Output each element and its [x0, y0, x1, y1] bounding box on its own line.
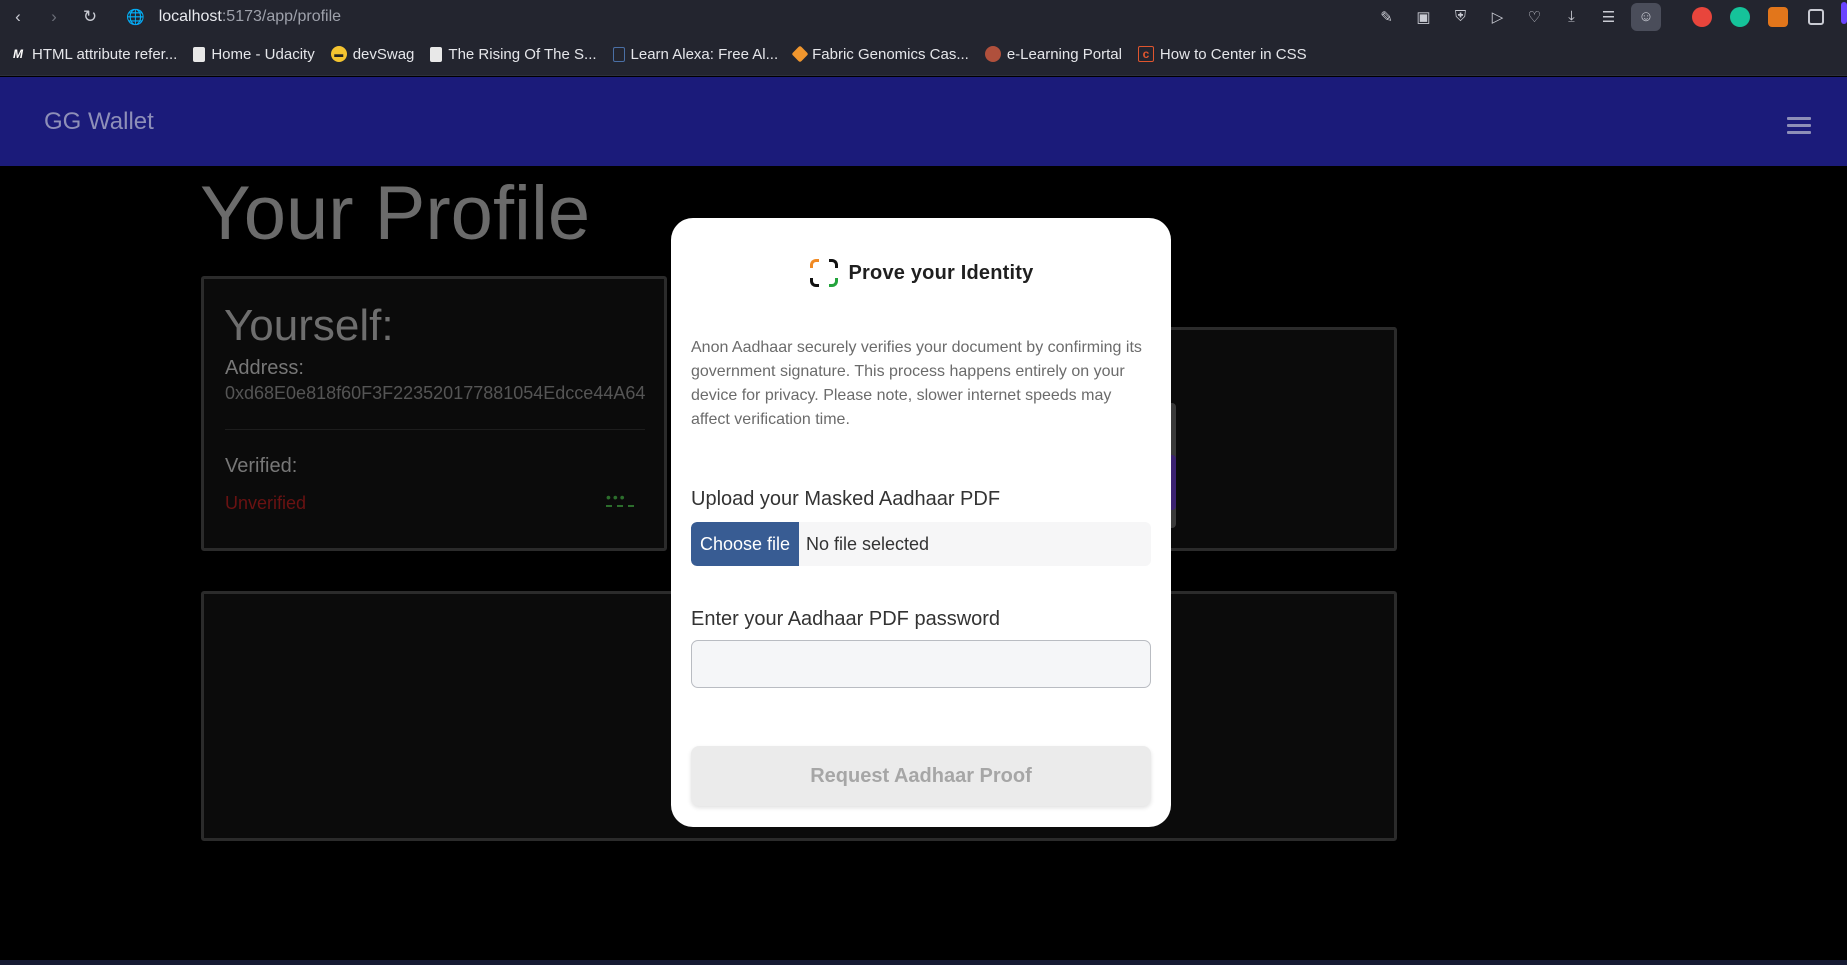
- bookmark-item[interactable]: M HTML attribute refer...: [10, 46, 177, 63]
- forward-icon[interactable]: ›: [36, 2, 72, 32]
- bookmark-label: Learn Alexa: Free Al...: [630, 45, 779, 63]
- url-path: :5173/app/profile: [221, 7, 342, 25]
- page-title: Your Profile: [200, 171, 591, 256]
- grammarly-icon[interactable]: [1721, 2, 1759, 32]
- bookmark-item[interactable]: Home - Udacity: [193, 45, 315, 63]
- playlist-icon[interactable]: ☰: [1590, 2, 1627, 32]
- page-icon: [193, 46, 206, 62]
- address-bar[interactable]: 🌐 localhost:5173/app/profile: [126, 8, 341, 26]
- url-host: localhost: [158, 7, 222, 25]
- bookmark-label: Home - Udacity: [211, 45, 315, 63]
- menu-icon[interactable]: [1787, 117, 1811, 138]
- page-icon: [430, 46, 443, 62]
- verified-label: Verified:: [225, 455, 298, 477]
- bookmark-label: How to Center in CSS: [1159, 45, 1307, 63]
- edit-icon[interactable]: ✎: [1368, 2, 1405, 32]
- request-proof-button[interactable]: Request Aadhaar Proof: [691, 746, 1151, 806]
- bookmark-label: HTML attribute refer...: [32, 45, 178, 63]
- app-header: GG Wallet: [0, 77, 1847, 166]
- file-upload-input[interactable]: Choose file No file selected: [691, 522, 1151, 566]
- brand-title[interactable]: GG Wallet: [44, 108, 154, 136]
- bookmark-item[interactable]: Fabric Genomics Cas...: [791, 45, 969, 63]
- sunglasses-emoji-icon: ▬: [330, 46, 347, 62]
- globe-icon: 🌐: [126, 8, 145, 26]
- bookmark-label: Fabric Genomics Cas...: [812, 45, 969, 63]
- address-label: Address:: [225, 357, 304, 379]
- anon-aadhaar-logo-icon: [809, 258, 839, 288]
- identity-modal: Prove your Identity Anon Aadhaar securel…: [671, 218, 1171, 827]
- heart-icon[interactable]: ♡: [1516, 2, 1553, 32]
- back-icon[interactable]: ‹: [0, 2, 36, 32]
- bookmark-label: The Rising Of The S...: [448, 45, 597, 63]
- download-icon[interactable]: ⤓: [1553, 2, 1590, 32]
- upload-label: Upload your Masked Aadhaar PDF: [691, 488, 1001, 510]
- extension-red-icon[interactable]: [1683, 2, 1721, 32]
- password-label: Enter your Aadhaar PDF password: [691, 608, 1001, 630]
- bookmark-item[interactable]: ▬ devSwag: [330, 45, 415, 63]
- window-accent: [1841, 2, 1847, 24]
- divider: [225, 429, 645, 430]
- modal-title: Prove your Identity: [848, 261, 1034, 284]
- bookmark-item[interactable]: e-Learning Portal: [984, 45, 1122, 63]
- bookmarks-bar: M HTML attribute refer... Home - Udacity …: [0, 33, 1847, 76]
- loading-dots: •••: [606, 490, 634, 507]
- extensions-cube-icon[interactable]: [1797, 2, 1835, 32]
- browser-toolbar: ‹ › ↻ 🌐 localhost:5173/app/profile ✎ ▣ ⛨…: [0, 0, 1847, 33]
- reload-icon[interactable]: ↻: [72, 2, 108, 32]
- bookmark-label: e-Learning Portal: [1006, 45, 1122, 63]
- status-badge: Unverified: [225, 493, 307, 513]
- play-icon[interactable]: ▷: [1479, 2, 1516, 32]
- password-field[interactable]: [691, 640, 1151, 688]
- card-heading: Yourself:: [224, 301, 394, 350]
- alexa-icon: [612, 46, 625, 62]
- shield-icon[interactable]: ⛨: [1442, 2, 1479, 32]
- camera-icon[interactable]: ▣: [1405, 2, 1442, 32]
- portal-icon: [984, 46, 1001, 62]
- bookmark-label: devSwag: [352, 45, 415, 63]
- side-card: [1150, 327, 1397, 551]
- metamask-icon[interactable]: [1759, 2, 1797, 32]
- profile-icon[interactable]: ☺: [1631, 2, 1661, 31]
- mdn-icon: M: [13, 47, 23, 61]
- modal-description: Anon Aadhaar securely verifies your docu…: [691, 339, 1142, 428]
- cube-icon: [791, 45, 809, 63]
- modal-header: Prove your Identity: [671, 258, 1171, 288]
- wallet-address: 0xd68E0e818f60F3F223520177881054Edcce44A…: [225, 383, 646, 403]
- c-icon: c: [1137, 46, 1154, 62]
- choose-file-button[interactable]: Choose file: [691, 522, 799, 566]
- bottom-edge: [0, 960, 1847, 965]
- file-status: No file selected: [806, 533, 930, 554]
- bookmark-item[interactable]: The Rising Of The S...: [430, 45, 597, 63]
- bookmark-item[interactable]: Learn Alexa: Free Al...: [612, 45, 779, 63]
- bookmark-item[interactable]: c How to Center in CSS: [1137, 45, 1307, 63]
- profile-card: Yourself: Address: 0xd68E0e818f60F3F2235…: [201, 276, 667, 551]
